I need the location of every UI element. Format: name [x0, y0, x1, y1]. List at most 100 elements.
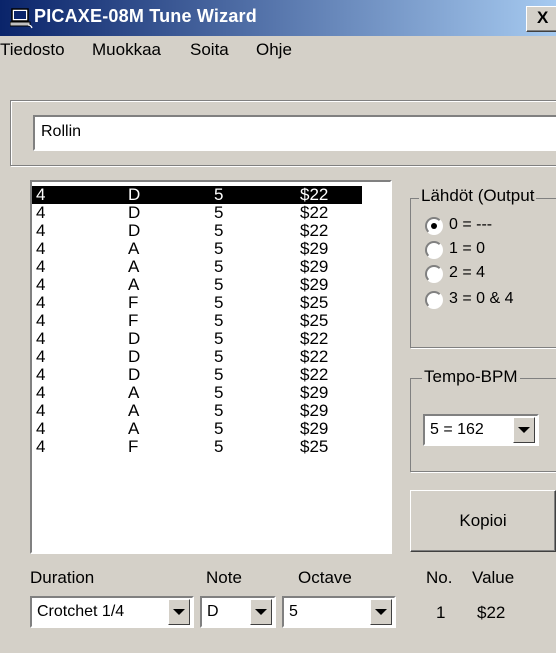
tune-name-input[interactable]: Rollin — [33, 115, 556, 151]
note-cell: A — [128, 257, 140, 276]
duration-cell: 4 — [36, 257, 46, 276]
note-row[interactable]: 4 A 5 $29 — [32, 258, 362, 276]
note-cell: D — [128, 203, 141, 222]
note-row[interactable]: 4 A 5 $29 — [32, 402, 362, 420]
note-row[interactable]: 4 D 5 $22 — [32, 348, 362, 366]
octave-cell: 5 — [214, 401, 224, 420]
note-select[interactable]: D — [200, 596, 276, 628]
duration-cell: 4 — [36, 419, 46, 438]
note-row[interactable]: 4 D 5 $22 — [32, 330, 362, 348]
app-icon — [10, 8, 33, 29]
value-cell: $29 — [300, 257, 329, 276]
note-cell: D — [128, 347, 141, 366]
value-cell: $22 — [300, 329, 329, 348]
number-value: 1 — [436, 603, 446, 622]
value-label: Value — [472, 568, 515, 587]
note-cell: A — [128, 419, 140, 438]
octave-cell: 5 — [214, 257, 224, 276]
note-row[interactable]: 4 D 5 $22 — [32, 222, 362, 240]
tempo-select[interactable]: 5 = 162 — [423, 414, 539, 446]
octave-cell: 5 — [214, 419, 224, 438]
tempo-dropdown-button[interactable] — [513, 417, 535, 443]
radio-icon[interactable] — [425, 265, 443, 283]
octave-label: Octave — [298, 568, 352, 587]
note-row[interactable]: 4 F 5 $25 — [32, 312, 362, 330]
menu-file[interactable]: Tiedosto — [0, 40, 65, 60]
duration-cell: 4 — [36, 221, 46, 240]
note-dropdown-button[interactable] — [250, 599, 272, 625]
value-cell: $22 — [300, 185, 329, 204]
duration-dropdown-button[interactable] — [168, 599, 190, 625]
duration-label: Duration — [30, 568, 95, 587]
menu-help[interactable]: Ohje — [256, 40, 292, 60]
note-cell: D — [128, 329, 141, 348]
octave-cell: 5 — [214, 275, 224, 294]
octave-cell: 5 — [214, 293, 224, 312]
octave-cell: 5 — [214, 329, 224, 348]
copy-button[interactable]: Kopioi — [410, 490, 556, 552]
octave-cell: 5 — [214, 347, 224, 366]
note-label: Note — [206, 568, 242, 587]
octave-cell: 5 — [214, 239, 224, 258]
value-cell: $25 — [300, 311, 329, 330]
duration-cell: 4 — [36, 275, 46, 294]
duration-cell: 4 — [36, 383, 46, 402]
duration-cell: 4 — [36, 329, 46, 348]
note-cell: A — [128, 383, 140, 402]
duration-cell: 4 — [36, 293, 46, 312]
note-row[interactable]: 4 A 5 $29 — [32, 420, 362, 438]
value-cell: $29 — [300, 419, 329, 438]
note-list[interactable]: 4 D 5 $22 4 D 5 $22 4 D 5 $22 4 A 5 $29 4 A 5 $29 4 A 5 $29 4 F 5 $… — [30, 180, 392, 554]
number-label: No. — [426, 568, 453, 587]
tempo-label: Tempo-BPM — [422, 367, 520, 387]
value-cell: $29 — [300, 383, 329, 402]
octave-dropdown-button[interactable] — [370, 599, 392, 625]
note-cell: A — [128, 239, 140, 258]
note-cell: F — [128, 437, 139, 456]
note-cell: F — [128, 293, 139, 312]
note-row[interactable]: 4 D 5 $22 — [32, 204, 362, 222]
chevron-down-icon — [255, 609, 267, 615]
note-row[interactable]: 4 A 5 $29 — [32, 384, 362, 402]
note-cell: A — [128, 275, 140, 294]
value-cell: $25 — [300, 437, 329, 456]
chevron-down-icon — [173, 609, 185, 615]
radio-icon[interactable] — [425, 241, 443, 259]
menu-edit[interactable]: Muokkaa — [92, 40, 161, 60]
close-button[interactable]: X — [526, 6, 556, 32]
title-bar[interactable]: PICAXE-08M Tune Wizard X — [0, 0, 556, 36]
note-row[interactable]: 4 A 5 $29 — [32, 240, 362, 258]
value-cell: $29 — [300, 275, 329, 294]
octave-cell: 5 — [214, 383, 224, 402]
value-cell: $22 — [300, 221, 329, 240]
value-cell: $29 — [300, 401, 329, 420]
radio-selected-dot — [431, 223, 437, 229]
radio-icon[interactable] — [425, 217, 443, 235]
duration-cell: 4 — [36, 401, 46, 420]
duration-cell: 4 — [36, 437, 46, 456]
note-cell: A — [128, 401, 140, 420]
chevron-down-icon — [375, 609, 387, 615]
note-cell: D — [128, 365, 141, 384]
value-cell: $29 — [300, 239, 329, 258]
octave-cell: 5 — [214, 185, 224, 204]
note-row[interactable]: 4 F 5 $25 — [32, 438, 362, 456]
value-cell: $22 — [300, 203, 329, 222]
menu-bar: Tiedosto Muokkaa Soita Ohje — [0, 36, 556, 72]
menu-play[interactable]: Soita — [190, 40, 229, 60]
duration-select[interactable]: Crotchet 1/4 — [30, 596, 194, 628]
note-row-selected[interactable]: 4 D 5 $22 — [32, 186, 362, 204]
radio-icon[interactable] — [425, 291, 443, 309]
note-row[interactable]: 4 A 5 $29 — [32, 276, 362, 294]
duration-cell: 4 — [36, 185, 46, 204]
duration-cell: 4 — [36, 347, 46, 366]
octave-cell: 5 — [214, 221, 224, 240]
octave-cell: 5 — [214, 437, 224, 456]
duration-cell: 4 — [36, 203, 46, 222]
note-cell: F — [128, 311, 139, 330]
note-row[interactable]: 4 D 5 $22 — [32, 366, 362, 384]
value-cell: $22 — [300, 347, 329, 366]
octave-select[interactable]: 5 — [282, 596, 396, 628]
chevron-down-icon — [518, 427, 530, 433]
note-row[interactable]: 4 F 5 $25 — [32, 294, 362, 312]
